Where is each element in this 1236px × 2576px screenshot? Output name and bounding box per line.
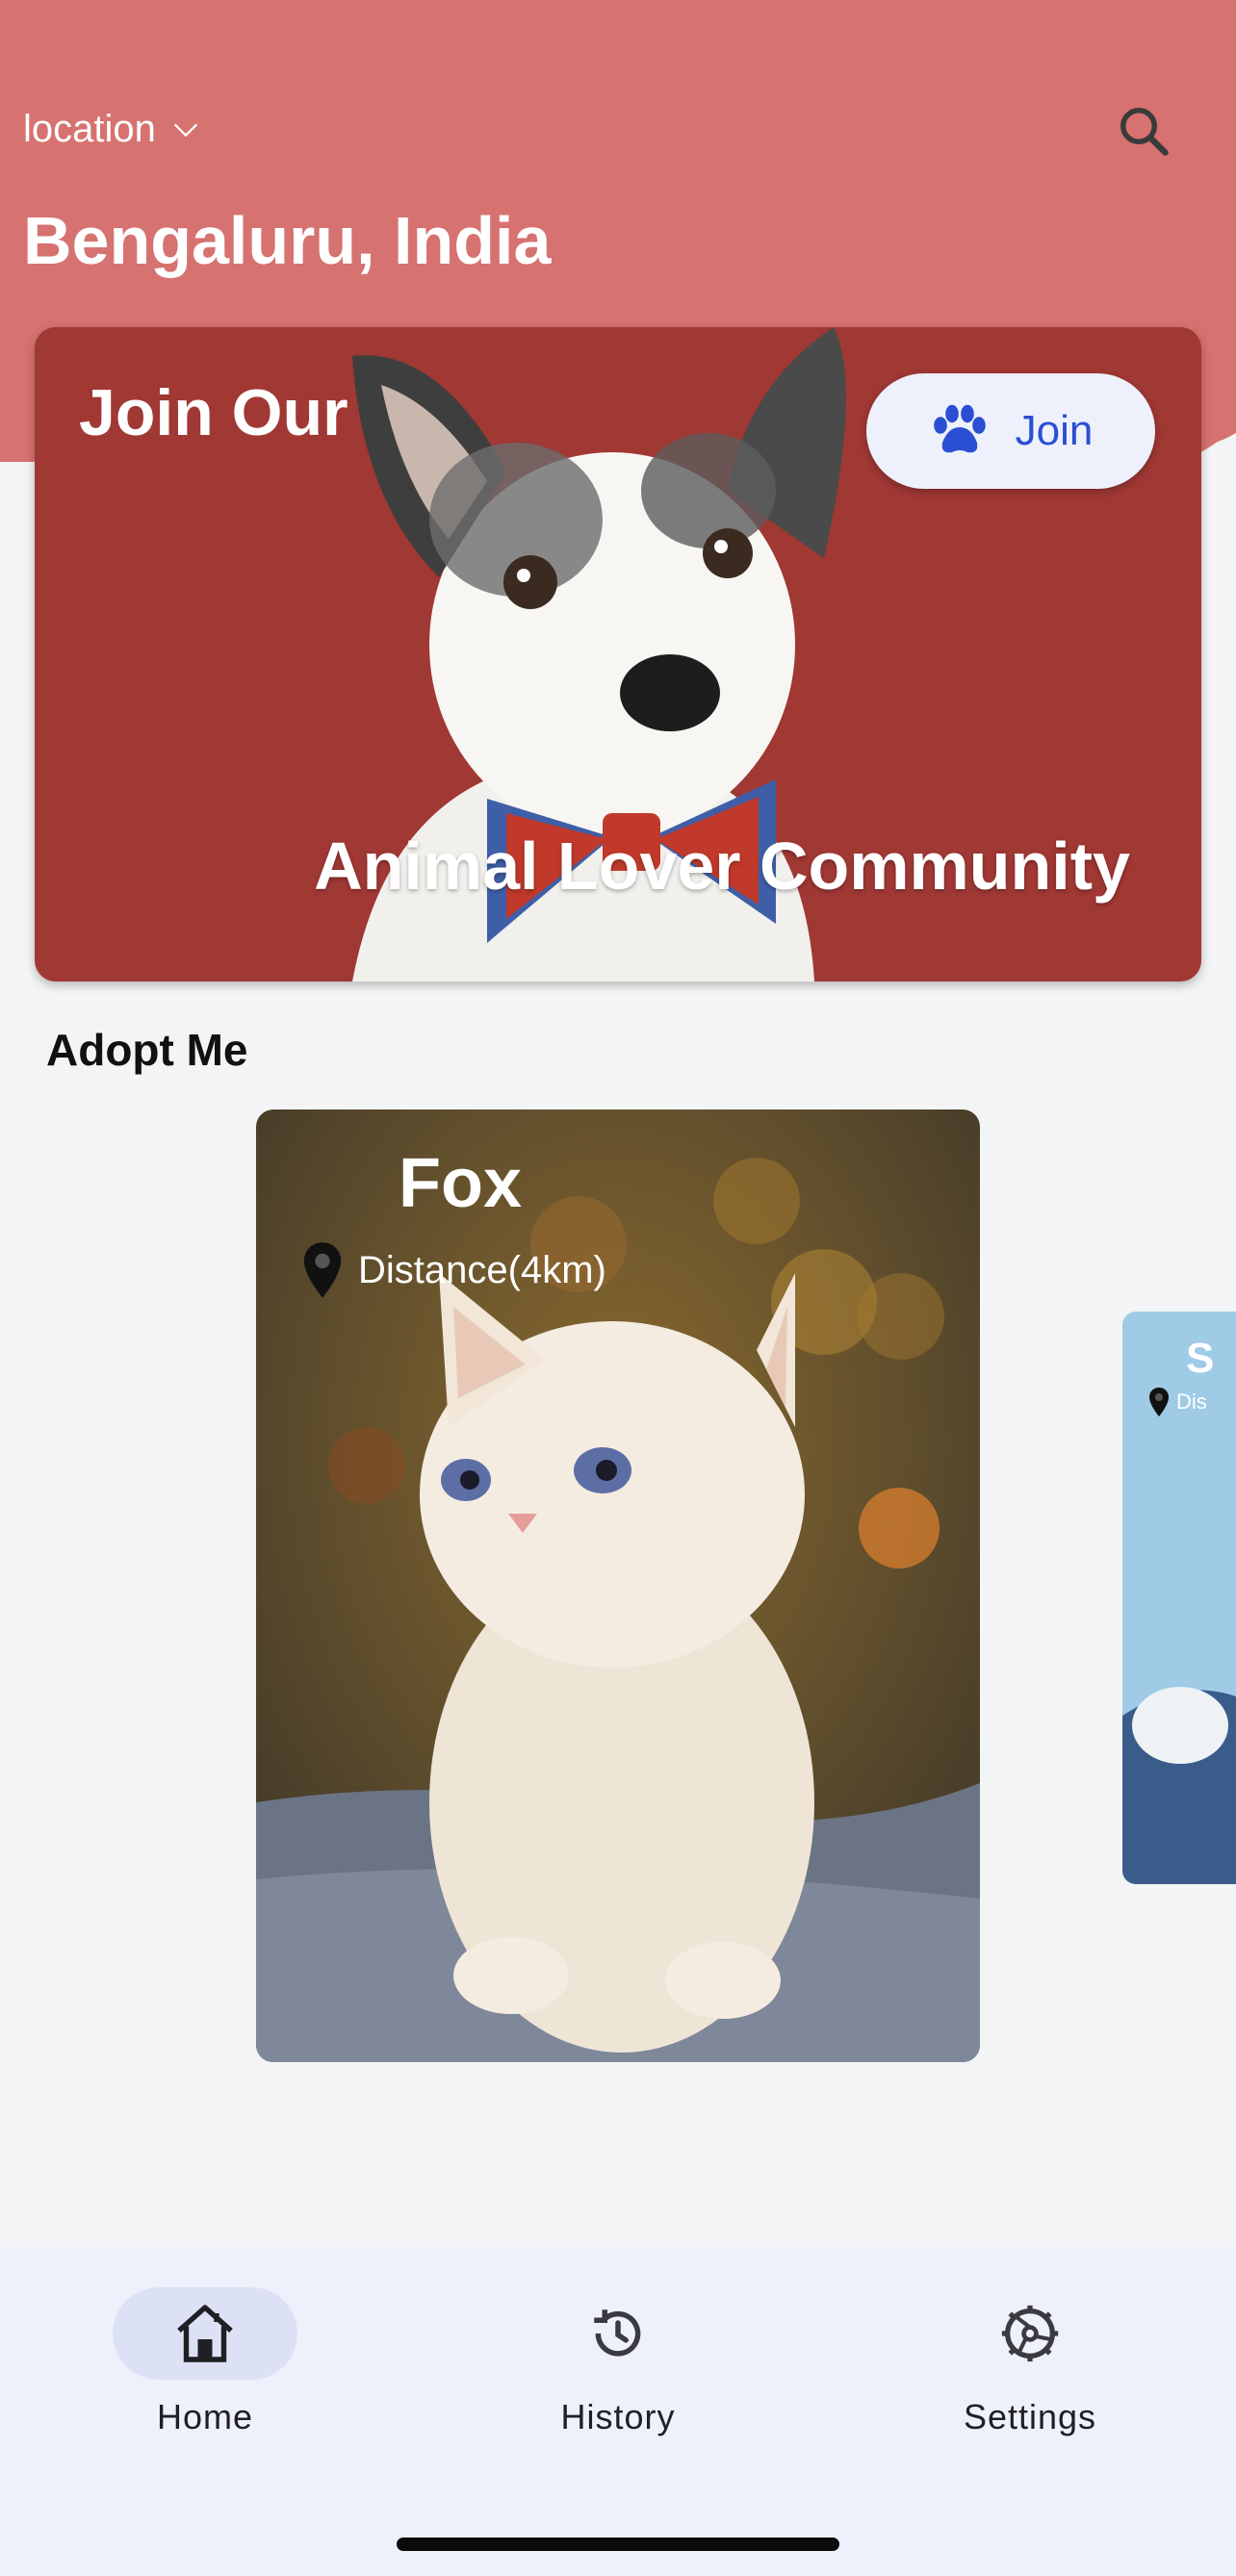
nav-item-settings[interactable]: Settings	[886, 2287, 1174, 2437]
chevron-down-icon	[173, 123, 198, 137]
location-pin-icon	[1149, 1388, 1169, 1416]
community-banner[interactable]: Join Our Animal Lover Community Join	[35, 327, 1201, 982]
pet-distance-row: Dis	[1147, 1387, 1207, 1417]
banner-subtitle: Animal Lover Community	[314, 829, 1130, 904]
history-icon	[594, 2309, 641, 2357]
nav-item-home[interactable]: Home	[61, 2287, 349, 2437]
nav-label-history: History	[560, 2397, 676, 2436]
pet-distance-row: Distance(4km)	[300, 1240, 606, 1300]
search-icon	[1120, 108, 1169, 156]
pet-distance: Dis	[1176, 1390, 1207, 1414]
nav-active-indicator	[113, 2287, 297, 2380]
bottom-navigation: Home History Settings	[0, 2247, 1236, 2576]
pet-name: S	[1186, 1335, 1215, 1382]
banner-title: Join Our	[79, 376, 348, 449]
location-selector[interactable]: location	[23, 108, 202, 151]
nav-item-history[interactable]: History	[474, 2287, 762, 2437]
pet-card[interactable]: Fox Distance(4km)	[256, 1109, 980, 2062]
home-indicator	[397, 2538, 839, 2551]
nav-label-settings: Settings	[963, 2397, 1097, 2436]
pet-name: Fox	[399, 1145, 523, 1222]
pet-card[interactable]: S Dis	[1122, 1312, 1236, 1884]
settings-icon	[1001, 2305, 1059, 2362]
join-label: Join	[1015, 407, 1094, 454]
location-pin-icon	[303, 1242, 342, 1298]
city-title: Bengaluru, India	[23, 203, 552, 278]
location-label: location	[23, 108, 156, 150]
nav-label-home: Home	[156, 2397, 254, 2436]
pet-distance: Distance(4km)	[358, 1248, 606, 1291]
search-button[interactable]	[1105, 92, 1182, 169]
home-icon	[177, 2305, 233, 2362]
paw-icon	[933, 404, 986, 453]
adopt-section-title: Adopt Me	[46, 1025, 248, 1075]
join-button[interactable]: Join	[866, 373, 1155, 489]
